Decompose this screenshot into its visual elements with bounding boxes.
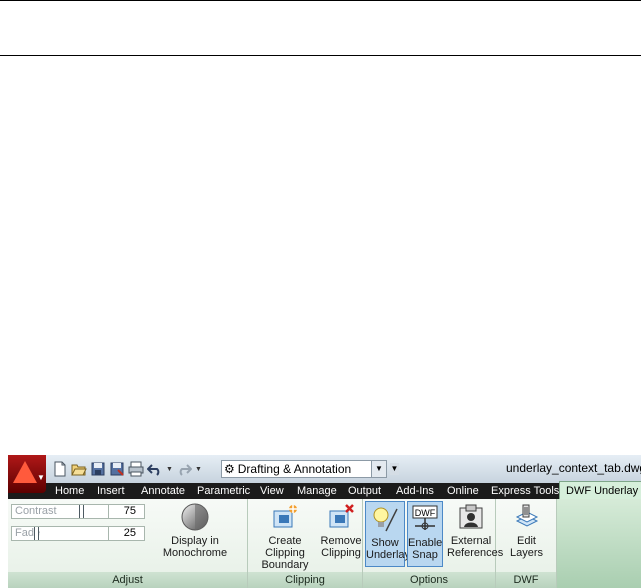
create-clipping-line1: Create Clipping (265, 535, 305, 559)
external-references-line1: External (450, 535, 492, 547)
create-clipping-boundary-button[interactable]: Create Clipping Boundary (250, 503, 320, 571)
ribbon: Contrast 75 Fade 25 Display in Monochrom… (8, 499, 641, 588)
monochrome-icon (181, 503, 209, 531)
autocad-logo-icon (13, 461, 37, 483)
create-clip-icon (271, 503, 299, 531)
external-references-icon (457, 503, 485, 531)
autocad-window: ▼ ▼ ▼ ⚙ Drafting & Annotation ▼ ▼ underl… (8, 455, 641, 588)
panel-dwf-layers: Edit Layers DWF Layers (496, 499, 557, 588)
panel-clipping: Create Clipping Boundary Remove Clipping… (248, 499, 363, 588)
tab-dwf-underlay[interactable]: DWF Underlay (559, 481, 641, 499)
redo-dropdown-icon[interactable]: ▼ (195, 466, 202, 473)
application-menu-button[interactable]: ▼ (8, 455, 46, 493)
new-icon[interactable] (52, 461, 68, 477)
enable-snap-button[interactable]: DWF Enable Snap (407, 501, 443, 567)
dwf-snap-icon: DWF (411, 505, 439, 533)
external-references-button[interactable]: External References (447, 503, 504, 559)
panel-options: Show Underlay DWF Enable Snap External R… (363, 499, 504, 588)
plot-icon[interactable] (128, 461, 144, 477)
remove-clipping-line2: Clipping (321, 547, 361, 559)
edit-layers-line1: Edit (517, 535, 536, 547)
tab-annotate[interactable]: Annotate (141, 483, 185, 499)
tab-home[interactable]: Home (55, 483, 84, 499)
edit-layers-button[interactable]: Edit Layers (500, 503, 553, 559)
top-rule (0, 0, 641, 1)
chevron-down-icon[interactable]: ▼ (371, 461, 386, 477)
external-references-line2: References (447, 547, 504, 559)
panel-label-adjust: Adjust (8, 572, 247, 588)
fade-slider[interactable]: Fade (11, 526, 109, 541)
contrast-label: Contrast (15, 505, 57, 517)
tab-online[interactable]: Online (447, 483, 479, 499)
title-bar: ▼ ▼ ▼ ⚙ Drafting & Annotation ▼ ▼ underl… (8, 455, 641, 493)
fade-value-input[interactable]: 25 (108, 526, 145, 541)
chevron-down-icon: ▼ (37, 473, 45, 482)
lightbulb-icon (371, 505, 399, 533)
tab-output[interactable]: Output (348, 483, 381, 499)
tab-add-ins[interactable]: Add-Ins (396, 483, 434, 499)
workspace-label: Drafting & Annotation (237, 462, 352, 476)
separator-rule (0, 55, 641, 56)
panel-label-clipping: Clipping (248, 572, 362, 588)
save-icon[interactable] (90, 461, 106, 477)
ribbon-empty-area (557, 499, 641, 588)
create-clipping-line2: Boundary (261, 559, 309, 571)
panel-adjust: Contrast 75 Fade 25 Display in Monochrom… (8, 499, 248, 588)
display-in-monochrome-label: Display in Monochrome (162, 535, 228, 559)
contrast-slider-knob[interactable] (79, 505, 84, 518)
customize-toolbar-icon[interactable]: ▼ (390, 463, 399, 475)
display-in-monochrome-button[interactable]: Display in Monochrome (145, 503, 245, 559)
edit-layers-icon (513, 503, 541, 531)
contrast-value-input[interactable]: 75 (108, 504, 145, 519)
open-icon[interactable] (71, 461, 87, 477)
tab-insert[interactable]: Insert (97, 483, 125, 499)
dwf-icon-text: DWF (415, 508, 436, 518)
tab-manage[interactable]: Manage (297, 483, 337, 499)
gear-icon: ⚙ (224, 462, 235, 476)
remove-clipping-line1: Remove (320, 535, 362, 547)
save-as-icon[interactable] (109, 461, 125, 477)
fade-slider-knob[interactable] (34, 527, 39, 540)
redo-icon[interactable] (176, 461, 193, 477)
show-underlay-line2: Underlay (366, 549, 411, 561)
panel-label-options: Options (363, 572, 495, 588)
undo-icon[interactable] (146, 461, 163, 477)
tab-express-tools[interactable]: Express Tools (491, 483, 559, 499)
document-title: underlay_context_tab.dwg - (506, 461, 641, 475)
quick-access-toolbar: ▼ ▼ (52, 460, 202, 478)
show-underlay-button[interactable]: Show Underlay (365, 501, 411, 567)
remove-clip-icon (327, 503, 355, 531)
panel-label-dwf-layers: DWF Layers (496, 572, 556, 588)
contrast-slider[interactable]: Contrast (11, 504, 109, 519)
remove-clipping-button[interactable]: Remove Clipping (320, 503, 362, 559)
ribbon-tab-bar: Home Insert Annotate Parametric View Man… (8, 481, 641, 499)
tab-parametric[interactable]: Parametric (197, 483, 250, 499)
show-underlay-line1: Show (371, 537, 399, 549)
enable-snap-line1: Enable (408, 537, 443, 549)
undo-dropdown-icon[interactable]: ▼ (166, 466, 173, 473)
edit-layers-line2: Layers (509, 547, 544, 559)
workspace-selector[interactable]: ⚙ Drafting & Annotation ▼ (221, 460, 387, 478)
tab-view[interactable]: View (260, 483, 284, 499)
enable-snap-line2: Snap (412, 549, 438, 561)
